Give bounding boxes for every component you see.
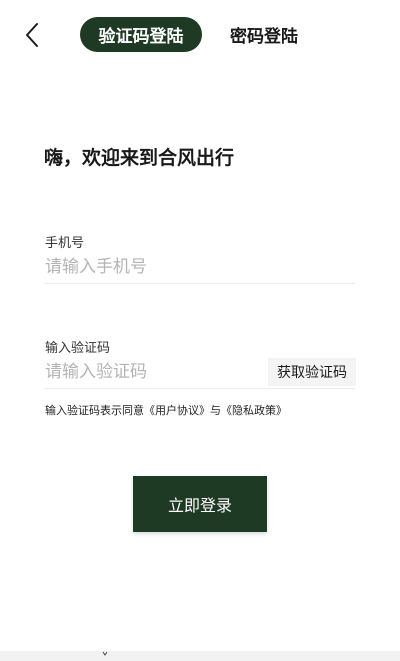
back-button[interactable] [18, 20, 46, 50]
welcome-title: 嗨，欢迎来到合风出行 [44, 147, 235, 169]
agreement-prefix: 输入验证码表示同意 [45, 404, 144, 417]
tab-sms-login[interactable]: 验证码登陆 [80, 17, 202, 52]
agreement-conjunction: 与 [210, 404, 221, 417]
agreement-text: 输入验证码表示同意《用户协议》与《隐私政策》 [45, 402, 287, 418]
chevron-down-icon [102, 651, 108, 656]
bottom-gesture-bar [0, 651, 400, 661]
code-input[interactable] [45, 357, 255, 387]
get-code-button[interactable]: 获取验证码 [268, 358, 356, 386]
login-button[interactable]: 立即登录 [133, 476, 267, 532]
user-agreement-link[interactable]: 《用户协议》 [144, 404, 210, 417]
tab-password-login[interactable]: 密码登陆 [226, 17, 302, 52]
code-label: 输入验证码 [45, 341, 111, 356]
privacy-policy-link[interactable]: 《隐私政策》 [221, 404, 287, 417]
phone-input[interactable] [45, 252, 345, 282]
phone-label: 手机号 [45, 236, 85, 251]
code-divider [44, 388, 355, 389]
phone-divider [44, 283, 355, 284]
chevron-left-icon [26, 23, 38, 47]
